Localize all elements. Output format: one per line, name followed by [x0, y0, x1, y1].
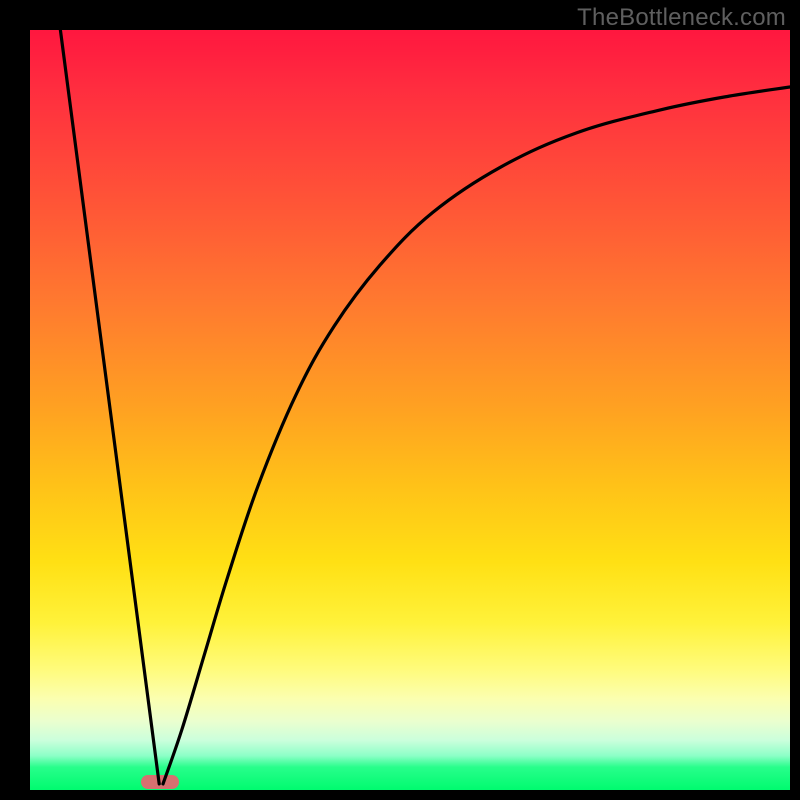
chart-frame: TheBottleneck.com [0, 0, 800, 800]
plot-area [30, 30, 790, 790]
curve-layer [30, 30, 790, 790]
curve-left-descent [60, 30, 159, 784]
curve-right-ascent [163, 87, 790, 784]
attribution-text: TheBottleneck.com [577, 4, 786, 32]
